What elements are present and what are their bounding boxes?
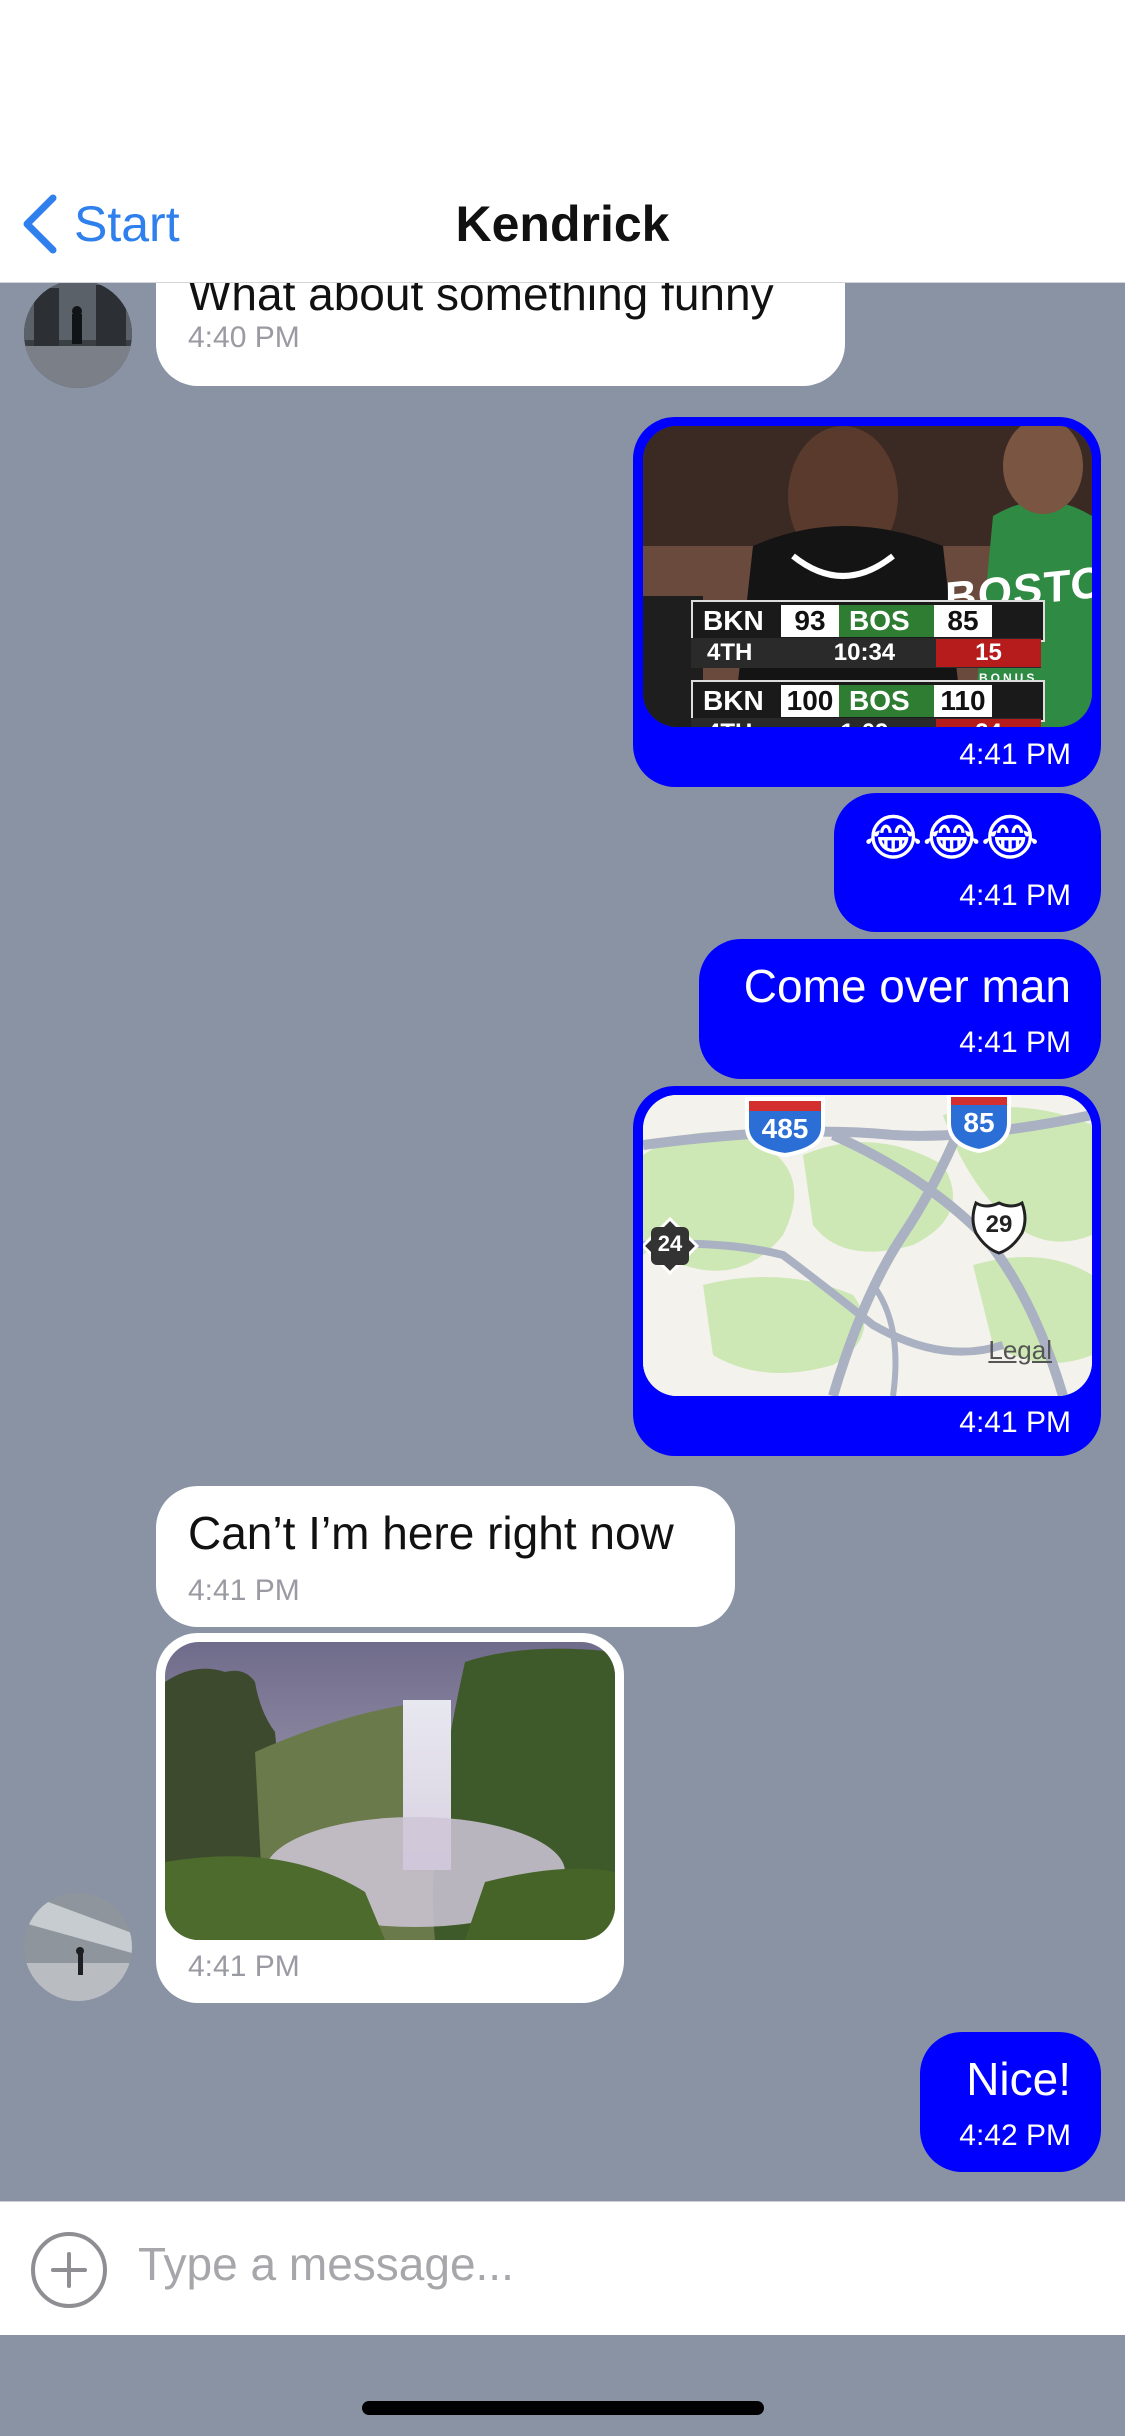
state-route-shield-icon: 24 (643, 1217, 699, 1275)
outgoing-message-bubble[interactable]: 😂😂😂 4:41 PM (834, 793, 1101, 932)
team-name: BOS (839, 605, 934, 637)
outgoing-image-bubble[interactable]: BOSTON BKN 93 BOS 85 4TH 10:34 15 BONUS … (633, 417, 1101, 787)
team-name: BOS (839, 685, 934, 717)
incoming-message-bubble[interactable]: What about something funny 4:40 PM (156, 283, 845, 386)
route-label: 29 (985, 1211, 1013, 1238)
message-composer (0, 2201, 1125, 2336)
team-score: 93 (781, 605, 839, 637)
game-clock: 1:09 (793, 719, 936, 727)
route-label: 85 (963, 1107, 995, 1138)
home-indicator-area (0, 2335, 1125, 2436)
interstate-shield-icon: 485 (743, 1097, 827, 1157)
outgoing-map-bubble[interactable]: 485 85 29 24 Legal 4:41 PM (633, 1086, 1101, 1456)
outgoing-message-bubble[interactable]: Come over man 4:41 PM (699, 939, 1101, 1079)
navigation-bar: Start Kendrick (0, 165, 1125, 283)
team-score: 100 (781, 685, 839, 717)
route-label: 485 (761, 1113, 809, 1144)
basketball-score-photo[interactable]: BOSTON BKN 93 BOS 85 4TH 10:34 15 BONUS … (643, 426, 1092, 727)
message-timestamp: 4:42 PM (959, 2119, 1071, 2152)
message-timestamp: 4:41 PM (188, 1574, 300, 1607)
message-text: What about something funny (188, 283, 774, 320)
message-text: Nice! (966, 2053, 1071, 2105)
message-timestamp: 4:41 PM (959, 879, 1071, 912)
map-snapshot[interactable]: 485 85 29 24 Legal (643, 1095, 1092, 1396)
game-clock: 10:34 (833, 639, 896, 666)
message-timestamp: 4:41 PM (959, 738, 1071, 771)
us-route-shield-icon: 29 (970, 1199, 1028, 1255)
attach-button[interactable] (29, 2230, 109, 2310)
message-input[interactable] (138, 2222, 1088, 2306)
game-period: 4TH (691, 719, 793, 727)
waterfall-photo[interactable] (165, 1642, 615, 1940)
scoreboard-row: BKN 100 BOS 110 (691, 680, 1045, 722)
contact-avatar[interactable] (24, 1893, 132, 2001)
incoming-image-bubble[interactable]: 4:41 PM (156, 1633, 624, 2003)
game-period: 4TH (707, 639, 753, 666)
team-name: BKN (703, 605, 764, 636)
message-list[interactable]: What about something funny 4:40 PM BOSTO… (0, 283, 1125, 2201)
message-timestamp: 4:41 PM (188, 1950, 300, 1983)
route-label: 24 (657, 1231, 683, 1256)
map-legal-link[interactable]: Legal (988, 1335, 1052, 1366)
incoming-message-bubble[interactable]: Can’t I’m here right now 4:41 PM (156, 1486, 735, 1627)
team-score: 110 (934, 685, 992, 717)
message-timestamp: 4:40 PM (188, 321, 300, 354)
plus-circle-icon (31, 2232, 107, 2308)
shot-clock: 15 (936, 639, 1041, 667)
conversation-title: Kendrick (455, 196, 670, 252)
message-text: Can’t I’m here right now (188, 1507, 674, 1559)
scoreboard-row: BKN 93 BOS 85 (691, 600, 1045, 642)
scoreboard-row: 4TH 1:09 24 (691, 718, 1041, 727)
team-score: 85 (934, 605, 992, 637)
emoji-message: 😂😂😂 (864, 810, 1040, 866)
team-name: BKN (703, 685, 764, 716)
message-timestamp: 4:41 PM (959, 1406, 1071, 1439)
status-bar-area (0, 0, 1125, 165)
contact-avatar[interactable] (24, 283, 132, 388)
interstate-shield-icon: 85 (946, 1095, 1012, 1153)
scoreboard-row: 4TH 10:34 15 (691, 638, 1041, 668)
shot-clock: 24 (936, 719, 1041, 727)
outgoing-message-bubble[interactable]: Nice! 4:42 PM (920, 2032, 1101, 2172)
home-indicator[interactable] (362, 2401, 764, 2415)
message-timestamp: 4:41 PM (959, 1026, 1071, 1059)
message-text: Come over man (743, 960, 1071, 1012)
